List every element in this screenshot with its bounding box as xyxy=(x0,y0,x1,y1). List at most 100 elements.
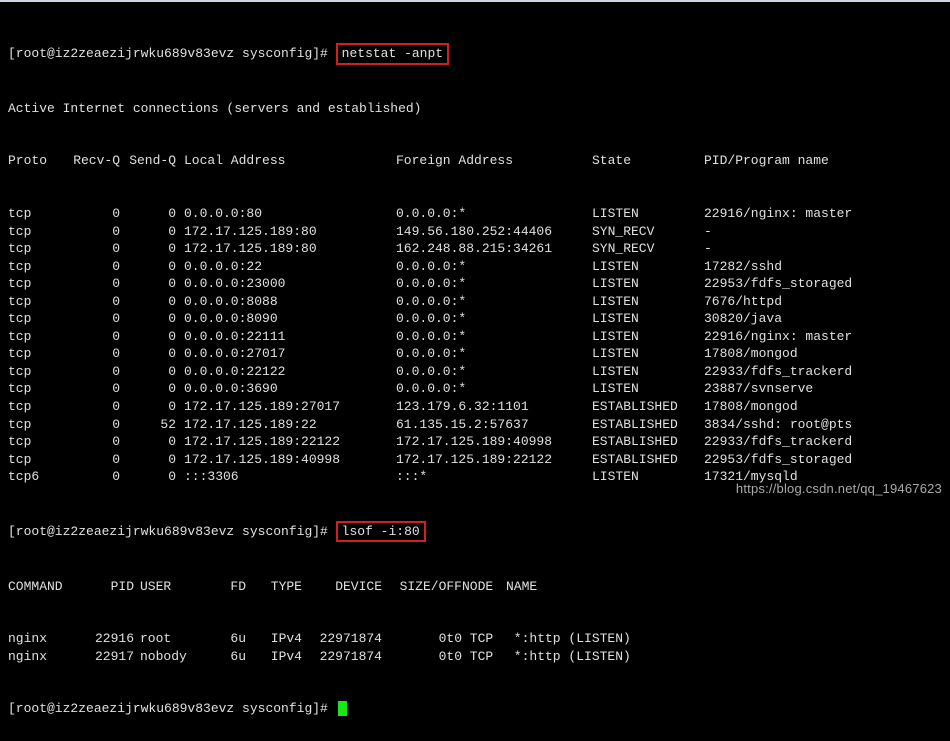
cell-sendq: 0 xyxy=(120,433,176,451)
cell-pid: 22933/fdfs_trackerd xyxy=(704,363,852,381)
cell-pid: 22953/fdfs_storaged xyxy=(704,451,852,469)
cell-foreign: 0.0.0.0:* xyxy=(396,275,592,293)
cell-recvq: 0 xyxy=(64,205,120,223)
cell-local: 0.0.0.0:3690 xyxy=(176,380,396,398)
cell-recvq: 0 xyxy=(64,293,120,311)
cell-proto: tcp xyxy=(8,205,64,223)
cell-proto: tcp6 xyxy=(8,468,64,486)
col-proto: Proto xyxy=(8,152,64,170)
table-row: nginx22916root6uIPv4229718740t0 TCP *:ht… xyxy=(8,630,942,648)
prompt-line-2: [root@iz2zeaezijrwku689v83evz sysconfig]… xyxy=(8,521,942,543)
col-sendq: Send-Q xyxy=(120,152,176,170)
cell-local: 172.17.125.189:40998 xyxy=(176,451,396,469)
cell-foreign: 149.56.180.252:44406 xyxy=(396,223,592,241)
cell-local: 0.0.0.0:23000 xyxy=(176,275,396,293)
cell-foreign: :::* xyxy=(396,468,592,486)
cell-state: LISTEN xyxy=(592,275,704,293)
lcol-type: TYPE xyxy=(246,578,302,596)
table-row: tcp000.0.0.0:36900.0.0.0:*LISTEN23887/sv… xyxy=(8,380,942,398)
cell-foreign: 0.0.0.0:* xyxy=(396,205,592,223)
cell-proto: tcp xyxy=(8,380,64,398)
cell-pid: 22916/nginx: master xyxy=(704,328,852,346)
table-row: tcp000.0.0.0:221220.0.0.0:*LISTEN22933/f… xyxy=(8,363,942,381)
lcol-node: NODE xyxy=(462,578,506,596)
cell-recvq: 0 xyxy=(64,310,120,328)
cell-recvq: 0 xyxy=(64,223,120,241)
cell-local: 0.0.0.0:8088 xyxy=(176,293,396,311)
cell-state: SYN_RECV xyxy=(592,240,704,258)
cell-type: IPv4 xyxy=(246,630,302,648)
col-state: State xyxy=(592,152,704,170)
table-row: tcp00172.17.125.189:27017123.179.6.32:11… xyxy=(8,398,942,416)
prompt-line-3: [root@iz2zeaezijrwku689v83evz sysconfig]… xyxy=(8,700,942,718)
cell-proto: tcp xyxy=(8,310,64,328)
cell-state: LISTEN xyxy=(592,363,704,381)
table-row: tcp00172.17.125.189:80149.56.180.252:444… xyxy=(8,223,942,241)
table-row: tcp052172.17.125.189:2261.135.15.2:57637… xyxy=(8,416,942,434)
cell-size: 0t0 xyxy=(382,648,462,666)
table-row: tcp000.0.0.0:270170.0.0.0:*LISTEN17808/m… xyxy=(8,345,942,363)
cell-dev: 22971874 xyxy=(302,630,382,648)
cell-local: 0.0.0.0:22 xyxy=(176,258,396,276)
cell-proto: tcp xyxy=(8,398,64,416)
cell-cmd: nginx xyxy=(8,630,78,648)
cell-pid: 17808/mongod xyxy=(704,345,798,363)
table-row: tcp00172.17.125.189:22122172.17.125.189:… xyxy=(8,433,942,451)
cell-foreign: 162.248.88.215:34261 xyxy=(396,240,592,258)
cell-pid: 30820/java xyxy=(704,310,782,328)
cell-recvq: 0 xyxy=(64,468,120,486)
cell-state: ESTABLISHED xyxy=(592,451,704,469)
cell-pid: 3834/sshd: root@pts xyxy=(704,416,852,434)
cell-local: 0.0.0.0:80 xyxy=(176,205,396,223)
watermark-text: https://blog.csdn.net/qq_19467623 xyxy=(736,481,942,496)
cell-recvq: 0 xyxy=(64,398,120,416)
lsof-body: nginx22916root6uIPv4229718740t0 TCP *:ht… xyxy=(8,630,942,665)
cell-proto: tcp xyxy=(8,363,64,381)
cell-state: LISTEN xyxy=(592,345,704,363)
cell-state: ESTABLISHED xyxy=(592,398,704,416)
cell-foreign: 0.0.0.0:* xyxy=(396,345,592,363)
lcol-name: NAME xyxy=(506,578,537,596)
cell-foreign: 61.135.15.2:57637 xyxy=(396,416,592,434)
netstat-body: tcp000.0.0.0:800.0.0.0:*LISTEN22916/ngin… xyxy=(8,205,942,486)
cell-cmd: nginx xyxy=(8,648,78,666)
cell-recvq: 0 xyxy=(64,451,120,469)
cell-sendq: 0 xyxy=(120,398,176,416)
cell-pid: 23887/svnserve xyxy=(704,380,813,398)
cell-recvq: 0 xyxy=(64,258,120,276)
cell-local: 0.0.0.0:8090 xyxy=(176,310,396,328)
cell-proto: tcp xyxy=(8,240,64,258)
cell-local: 172.17.125.189:27017 xyxy=(176,398,396,416)
lcol-fd: FD xyxy=(198,578,246,596)
prompt-line-1: [root@iz2zeaezijrwku689v83evz sysconfig]… xyxy=(8,43,942,65)
cell-name: *:http (LISTEN) xyxy=(506,630,631,648)
shell-prompt: [root@iz2zeaezijrwku689v83evz sysconfig]… xyxy=(8,524,328,539)
cell-proto: tcp xyxy=(8,345,64,363)
cell-pid: 22917 xyxy=(78,648,134,666)
table-row: tcp000.0.0.0:80880.0.0.0:*LISTEN7676/htt… xyxy=(8,293,942,311)
cell-dev: 22971874 xyxy=(302,648,382,666)
table-row: tcp00172.17.125.189:80162.248.88.215:342… xyxy=(8,240,942,258)
cell-sendq: 0 xyxy=(120,363,176,381)
table-row: tcp00172.17.125.189:40998172.17.125.189:… xyxy=(8,451,942,469)
cell-sendq: 52 xyxy=(120,416,176,434)
cell-pid: 22953/fdfs_storaged xyxy=(704,275,852,293)
cell-foreign: 0.0.0.0:* xyxy=(396,328,592,346)
cell-sendq: 0 xyxy=(120,345,176,363)
cell-foreign: 172.17.125.189:40998 xyxy=(396,433,592,451)
cell-proto: tcp xyxy=(8,258,64,276)
cell-proto: tcp xyxy=(8,451,64,469)
terminal-output[interactable]: [root@iz2zeaezijrwku689v83evz sysconfig]… xyxy=(0,2,950,741)
lcol-dev: DEVICE xyxy=(302,578,382,596)
cell-recvq: 0 xyxy=(64,328,120,346)
cell-node: TCP xyxy=(462,630,506,648)
cell-recvq: 0 xyxy=(64,380,120,398)
lcol-cmd: COMMAND xyxy=(8,578,78,596)
cell-recvq: 0 xyxy=(64,416,120,434)
cell-sendq: 0 xyxy=(120,468,176,486)
shell-prompt: [root@iz2zeaezijrwku689v83evz sysconfig]… xyxy=(8,701,328,716)
active-connections-line: Active Internet connections (servers and… xyxy=(8,100,942,118)
cell-proto: tcp xyxy=(8,293,64,311)
cursor-block[interactable] xyxy=(338,701,347,716)
cell-recvq: 0 xyxy=(64,275,120,293)
